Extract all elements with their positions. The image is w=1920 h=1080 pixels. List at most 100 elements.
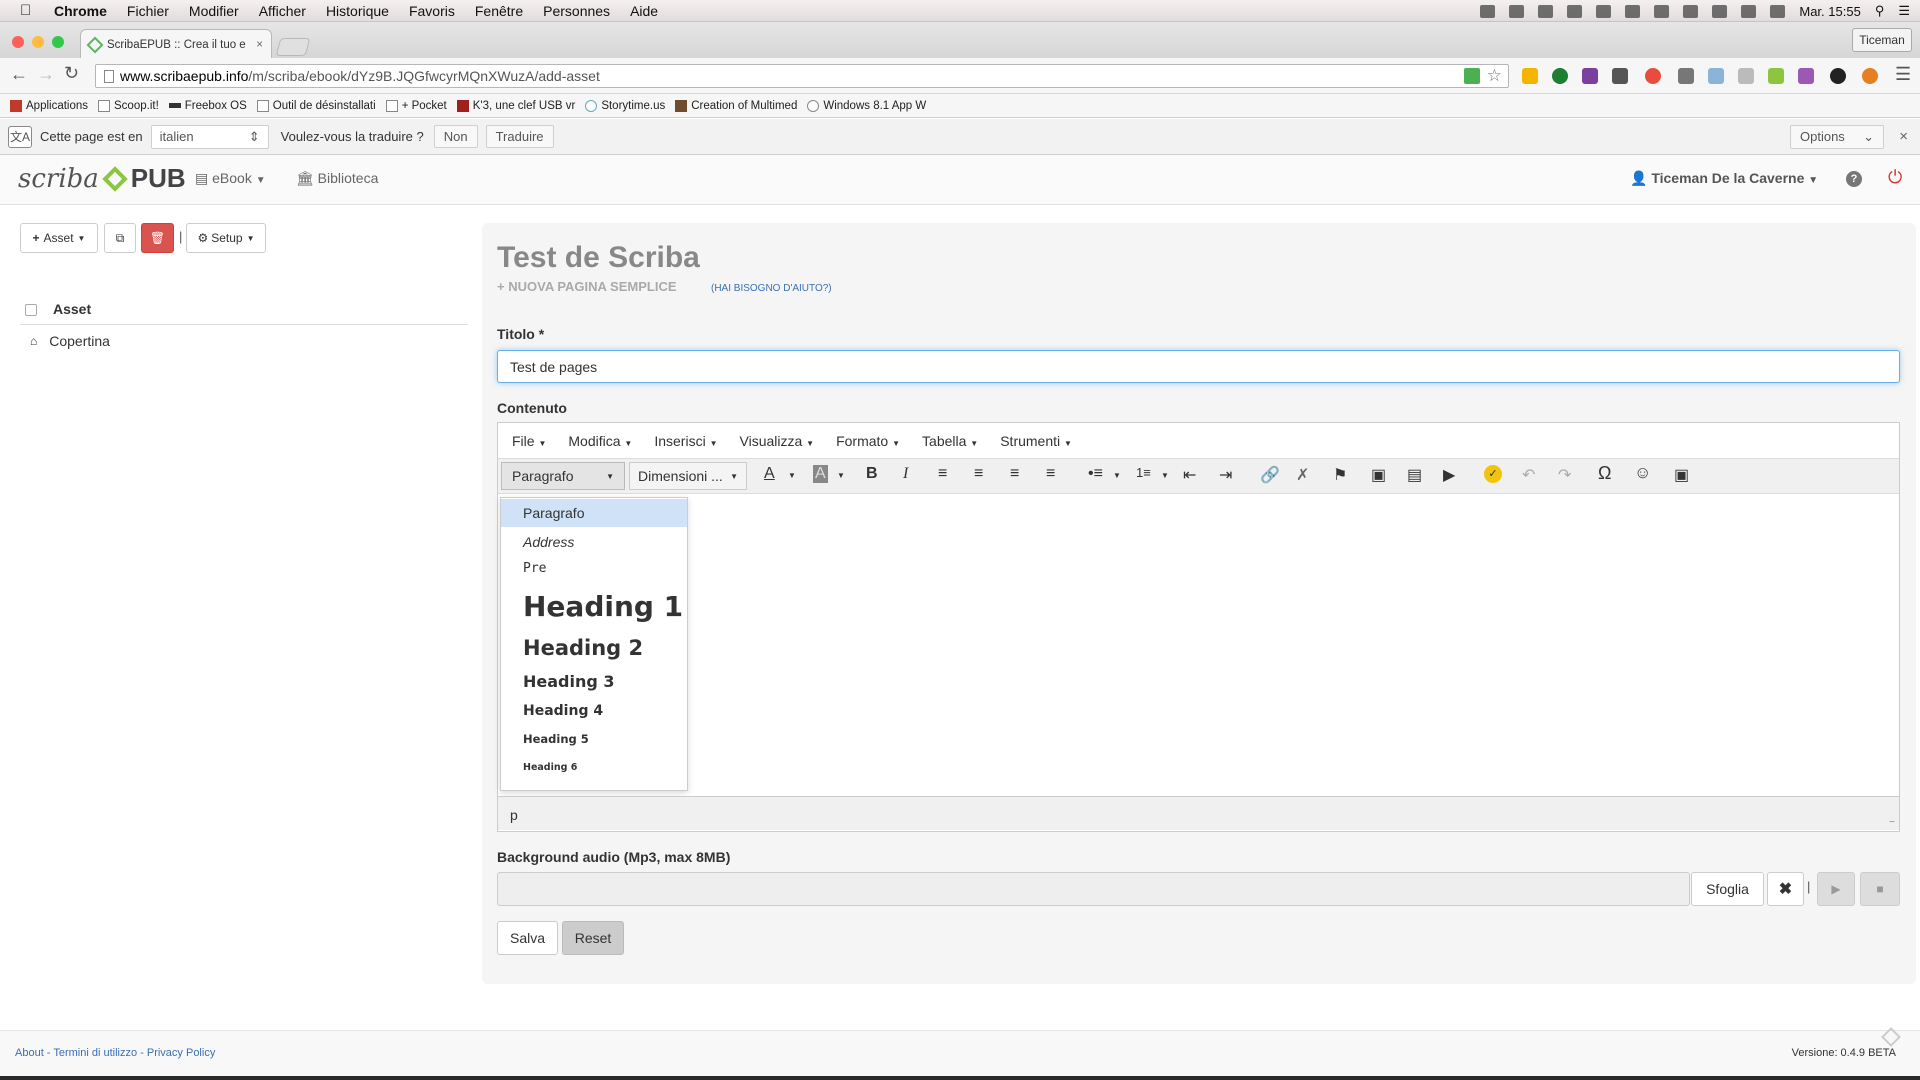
numbered-list-icon[interactable]: 1≡: [1136, 465, 1151, 480]
bell-icon[interactable]: [1509, 4, 1525, 18]
audio-file-field[interactable]: [497, 872, 1690, 906]
extension-4-icon[interactable]: [1612, 68, 1628, 84]
help-link[interactable]: (HAI BISOGNO D'AIUTO?): [711, 283, 832, 294]
menu-fenetre[interactable]: Fenêtre: [475, 3, 523, 19]
ebook-menu[interactable]: ▤ eBook ▼: [195, 170, 266, 187]
media-icon[interactable]: ▤: [1407, 465, 1422, 485]
resize-handle-icon[interactable]: −: [1889, 817, 1895, 828]
setup-button[interactable]: ⚙ Setup ▼: [186, 223, 266, 253]
find-replace-icon[interactable]: ▣: [1674, 465, 1689, 485]
language-select[interactable]: italien ⇕: [150, 124, 269, 149]
format-option-heading-3[interactable]: Heading 3: [523, 672, 615, 691]
star-icon[interactable]: ☆: [1487, 66, 1502, 86]
address-bar[interactable]: www.scribaepub.info/m/scriba/ebook/dYz9B…: [95, 64, 1509, 88]
bluetooth-icon[interactable]: [1712, 4, 1728, 18]
scriba-logo[interactable]: scriba PUB: [18, 163, 186, 194]
titolo-input[interactable]: [497, 350, 1900, 383]
terms-link[interactable]: Termini di utilizzo: [53, 1047, 137, 1059]
asset-list-item[interactable]: ⌂ Copertina: [20, 326, 468, 356]
align-left-icon[interactable]: ≡: [938, 465, 947, 483]
camera-icon[interactable]: [1708, 68, 1724, 84]
reload-icon[interactable]: ↻: [64, 63, 79, 84]
bookmark-pocket[interactable]: + Pocket: [385, 99, 447, 112]
extension-11-icon[interactable]: [1830, 68, 1846, 84]
add-asset-button[interactable]: + Asset ▼: [20, 223, 98, 253]
notification-center-icon[interactable]: ☰: [1898, 3, 1910, 19]
translate-no-button[interactable]: Non: [433, 125, 478, 148]
menu-fichier[interactable]: Fichier: [127, 3, 169, 19]
menu-aide[interactable]: Aide: [630, 3, 658, 19]
eject-icon[interactable]: [1654, 4, 1670, 18]
undo-icon[interactable]: ↶: [1522, 465, 1535, 485]
chrome-menu-icon[interactable]: ☰: [1895, 64, 1911, 85]
editor-menu-tabella[interactable]: Tabella ▼: [922, 433, 978, 449]
volume-icon[interactable]: [1770, 4, 1786, 18]
extension-8-icon[interactable]: [1738, 68, 1754, 84]
unlink-icon[interactable]: ✗: [1296, 465, 1309, 485]
zoom-window-icon[interactable]: [52, 36, 64, 48]
special-char-icon[interactable]: Ω: [1598, 463, 1611, 484]
menubar-clock[interactable]: Mar. 15:55: [1799, 4, 1860, 19]
clear-audio-button[interactable]: ✖: [1767, 872, 1804, 906]
forward-icon[interactable]: →: [37, 64, 55, 85]
select-all-checkbox[interactable]: [25, 304, 37, 316]
align-center-icon[interactable]: ≡: [974, 465, 983, 483]
pen-icon[interactable]: [1798, 68, 1814, 84]
emoticon-icon[interactable]: ☺: [1634, 463, 1651, 483]
power-icon[interactable]: ⏻: [1888, 167, 1902, 188]
drive-icon[interactable]: [1538, 4, 1554, 18]
extension-1-icon[interactable]: [1522, 68, 1538, 84]
menu-modifier[interactable]: Modifier: [189, 3, 239, 19]
profile-button[interactable]: Ticeman: [1852, 28, 1912, 52]
apple-icon[interactable]: : [20, 2, 42, 19]
editor-menu-formato[interactable]: Formato ▼: [836, 433, 900, 449]
translate-close-icon[interactable]: ×: [1899, 128, 1908, 145]
bookmark-multimedia[interactable]: Creation of Multimed: [675, 99, 797, 112]
menu-favoris[interactable]: Favoris: [409, 3, 455, 19]
image-icon[interactable]: ▣: [1371, 465, 1386, 485]
menu-afficher[interactable]: Afficher: [259, 3, 306, 19]
bookmark-anchor-icon[interactable]: ⚑: [1333, 465, 1347, 485]
wifi-icon[interactable]: [1741, 4, 1757, 18]
outdent-icon[interactable]: ⇤: [1183, 465, 1196, 485]
bookmark-outil[interactable]: Outil de désinstallati: [256, 99, 376, 112]
format-option-heading-6[interactable]: Heading 6: [523, 762, 577, 773]
onenote-icon[interactable]: [1582, 68, 1598, 84]
bg-color-icon[interactable]: A: [813, 465, 828, 483]
reset-button[interactable]: Reset: [562, 921, 624, 955]
bookmark-scoopit[interactable]: Scoop.it!: [98, 99, 159, 112]
element-path[interactable]: p: [510, 807, 518, 823]
bookmark-storytime[interactable]: Storytime.us: [585, 99, 665, 112]
format-option-heading-4[interactable]: Heading 4: [523, 703, 603, 719]
delete-button[interactable]: 🗑: [141, 223, 174, 253]
editor-menu-inserisci[interactable]: Inserisci ▼: [654, 433, 717, 449]
extension-2-icon[interactable]: [1552, 68, 1568, 84]
align-right-icon[interactable]: ≡: [1010, 465, 1019, 483]
minimize-window-icon[interactable]: [32, 36, 44, 48]
library-link[interactable]: 🏛 Biblioteca: [296, 170, 378, 187]
format-option-address[interactable]: Address: [523, 534, 574, 550]
browser-tab[interactable]: ScribaEPUB :: Crea il tuo e ×: [80, 29, 272, 59]
editor-menu-visualizza[interactable]: Visualizza ▼: [740, 433, 815, 449]
privacy-link[interactable]: Privacy Policy: [147, 1047, 215, 1059]
text-color-icon[interactable]: A: [764, 465, 775, 483]
format-option-heading-5[interactable]: Heading 5: [523, 732, 589, 746]
firefox-icon[interactable]: [1862, 68, 1878, 84]
editor-menu-modifica[interactable]: Modifica ▼: [568, 433, 632, 449]
cloud-icon[interactable]: [1567, 4, 1583, 18]
editor-menu-strumenti[interactable]: Strumenti ▼: [1000, 433, 1072, 449]
redo-icon[interactable]: ↷: [1558, 465, 1571, 485]
extension-6-icon[interactable]: [1678, 68, 1694, 84]
translate-options-button[interactable]: Options ⌄: [1790, 124, 1884, 149]
link-icon[interactable]: 🔗: [1260, 465, 1280, 485]
bookmark-freebox[interactable]: Freebox OS: [168, 100, 247, 112]
menu-personnes[interactable]: Personnes: [543, 3, 610, 19]
user-menu[interactable]: 👤 Ticeman De la Caverne ▼: [1630, 170, 1818, 187]
align-justify-icon[interactable]: ≡: [1046, 465, 1055, 483]
about-link[interactable]: About: [15, 1047, 44, 1059]
play-button[interactable]: ▶: [1817, 872, 1855, 906]
back-icon[interactable]: ←: [10, 64, 28, 85]
stop-button[interactable]: ■: [1860, 872, 1900, 906]
format-option-heading-2[interactable]: Heading 2: [523, 636, 643, 660]
bullet-list-icon[interactable]: •≡: [1088, 465, 1103, 483]
